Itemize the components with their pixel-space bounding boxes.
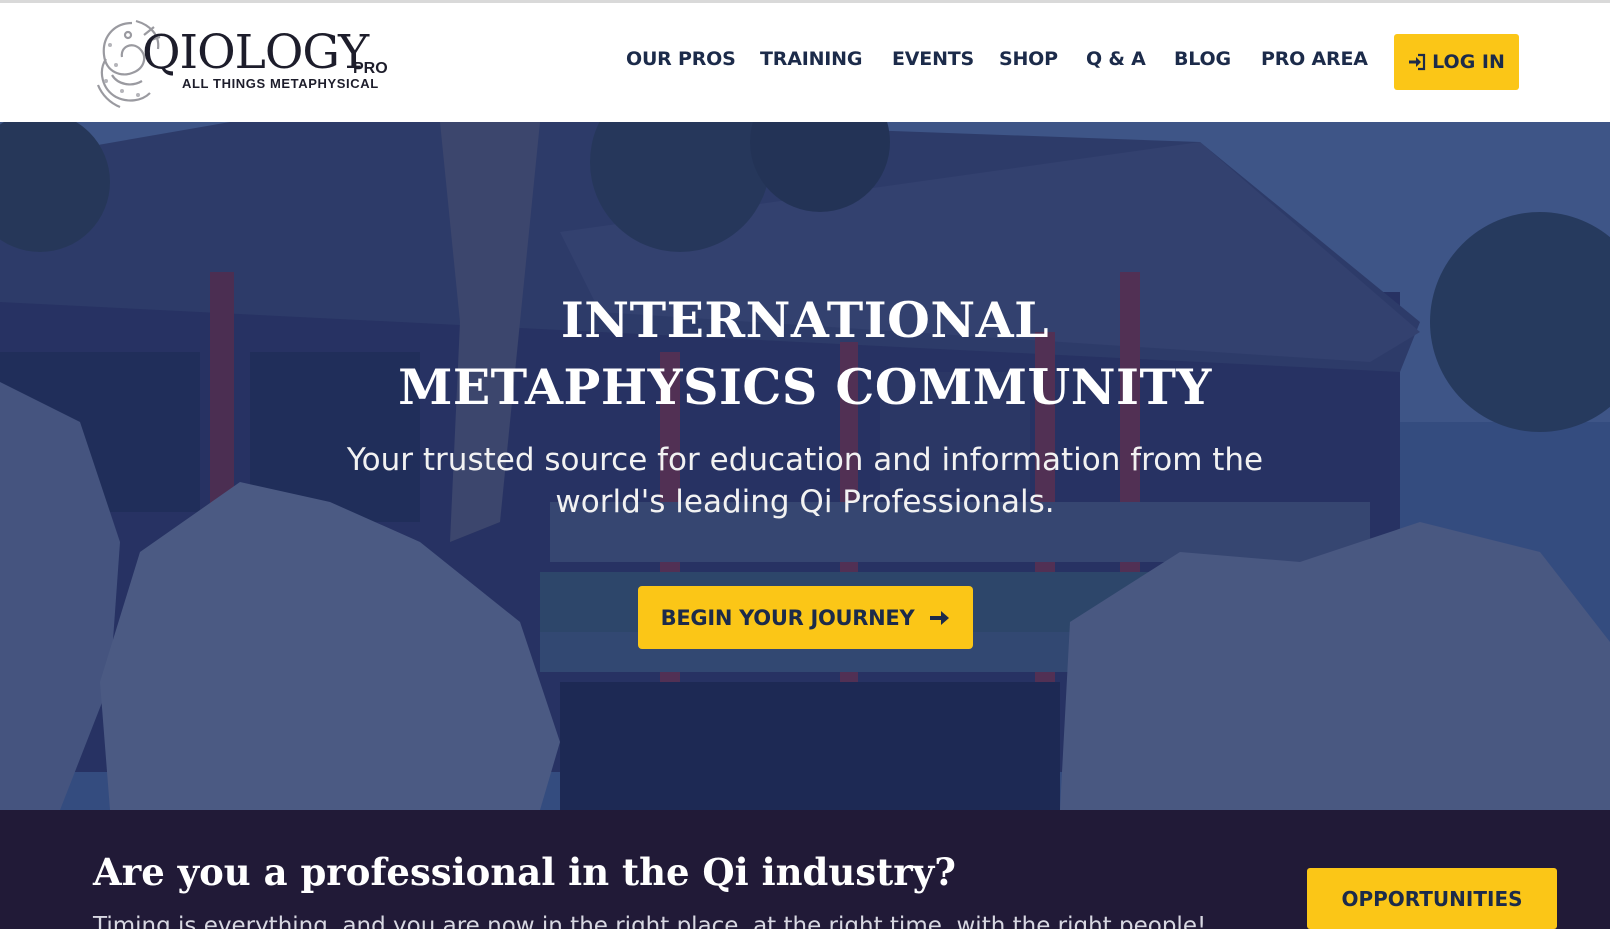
arrow-right-icon [930,610,950,625]
login-button[interactable]: LOG IN [1394,34,1519,90]
nav-item-pro-area[interactable]: PRO AREA [1261,48,1368,70]
begin-journey-label: BEGIN YOUR JOURNEY [660,605,915,630]
logo-tagline: ALL THINGS METAPHYSICAL [182,76,379,91]
begin-journey-button[interactable]: BEGIN YOUR JOURNEY [638,586,973,649]
opportunities-label: OPPORTUNITIES [1341,886,1523,911]
professional-band: Are you a professional in the Qi industr… [0,810,1610,929]
hero-subtitle-line-1: Your trusted source for education and in… [346,442,1264,478]
hero-title-line-2: METAPHYSICS COMMUNITY [398,358,1212,416]
hero-subtitle-line-2: world's leading Qi Professionals. [555,484,1055,520]
band-text: Timing is everything, and you are now in… [93,913,1207,929]
hero-title-line-1: INTERNATIONAL [560,291,1050,349]
nav-item-shop[interactable]: SHOP [999,48,1058,70]
nav-item-events[interactable]: EVENTS [892,48,974,70]
sign-in-icon [1409,53,1426,71]
site-header: QIOLOGY PRO ALL THINGS METAPHYSICAL OUR … [0,3,1610,122]
opportunities-button[interactable]: OPPORTUNITIES [1307,868,1557,929]
nav-item-qa[interactable]: Q & A [1086,48,1146,70]
main-nav: OUR PROS TRAINING EVENTS SHOP Q & A BLOG… [0,48,1610,78]
hero-title: INTERNATIONAL METAPHYSICS COMMUNITY [0,287,1610,421]
login-label: LOG IN [1432,51,1505,73]
nav-item-our-pros[interactable]: OUR PROS [626,48,736,70]
band-title: Are you a professional in the Qi industr… [93,850,956,894]
hero-subtitle: Your trusted source for education and in… [0,439,1610,523]
hero-section: INTERNATIONAL METAPHYSICS COMMUNITY Your… [0,122,1610,810]
nav-item-training[interactable]: TRAINING [760,48,862,70]
nav-item-blog[interactable]: BLOG [1174,48,1231,70]
